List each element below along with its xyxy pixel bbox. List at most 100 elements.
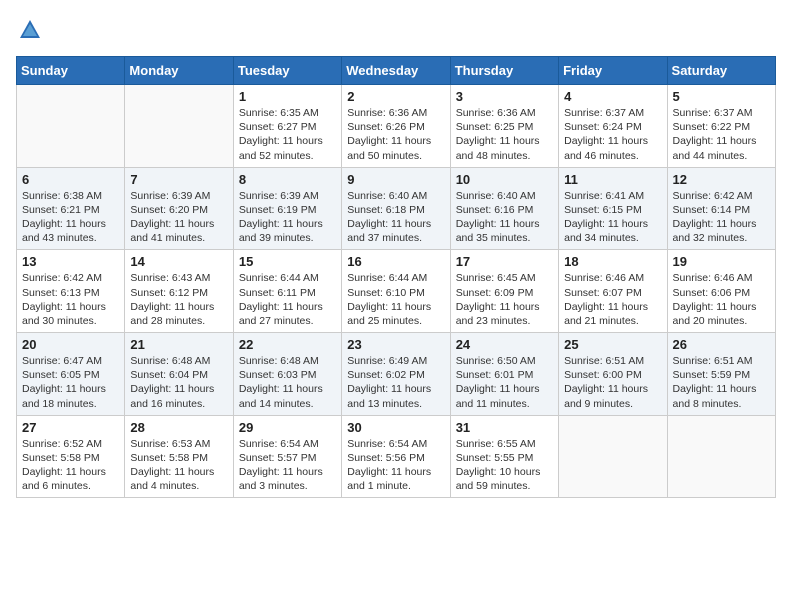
- day-number: 21: [130, 337, 227, 352]
- day-info: Sunrise: 6:48 AM Sunset: 6:03 PM Dayligh…: [239, 354, 336, 411]
- day-info: Sunrise: 6:38 AM Sunset: 6:21 PM Dayligh…: [22, 189, 119, 246]
- day-info: Sunrise: 6:45 AM Sunset: 6:09 PM Dayligh…: [456, 271, 553, 328]
- calendar-cell: 10 Sunrise: 6:40 AM Sunset: 6:16 PM Dayli…: [450, 167, 558, 250]
- day-info: Sunrise: 6:48 AM Sunset: 6:04 PM Dayligh…: [130, 354, 227, 411]
- day-info: Sunrise: 6:42 AM Sunset: 6:13 PM Dayligh…: [22, 271, 119, 328]
- calendar-cell: 14 Sunrise: 6:43 AM Sunset: 6:12 PM Dayli…: [125, 250, 233, 333]
- weekday-header-row: SundayMondayTuesdayWednesdayThursdayFrid…: [17, 57, 776, 85]
- day-number: 17: [456, 254, 553, 269]
- calendar-cell: 22 Sunrise: 6:48 AM Sunset: 6:03 PM Dayli…: [233, 333, 341, 416]
- calendar-cell: 1 Sunrise: 6:35 AM Sunset: 6:27 PM Daylig…: [233, 85, 341, 168]
- calendar-cell: 9 Sunrise: 6:40 AM Sunset: 6:18 PM Daylig…: [342, 167, 450, 250]
- logo: [16, 16, 48, 44]
- day-number: 25: [564, 337, 661, 352]
- day-number: 18: [564, 254, 661, 269]
- calendar-week-row: 6Sunrise: 6:38 AM Sunset: 6:21 PM Daylig…: [17, 167, 776, 250]
- day-number: 31: [456, 420, 553, 435]
- calendar-cell: 4 Sunrise: 6:37 AM Sunset: 6:24 PM Daylig…: [559, 85, 667, 168]
- day-info: Sunrise: 6:37 AM Sunset: 6:22 PM Dayligh…: [673, 106, 770, 163]
- calendar-cell: 3 Sunrise: 6:36 AM Sunset: 6:25 PM Daylig…: [450, 85, 558, 168]
- day-number: 1: [239, 89, 336, 104]
- day-info: Sunrise: 6:47 AM Sunset: 6:05 PM Dayligh…: [22, 354, 119, 411]
- day-info: Sunrise: 6:39 AM Sunset: 6:20 PM Dayligh…: [130, 189, 227, 246]
- day-number: 28: [130, 420, 227, 435]
- calendar-cell: 29 Sunrise: 6:54 AM Sunset: 5:57 PM Dayli…: [233, 415, 341, 498]
- calendar-cell: 17 Sunrise: 6:45 AM Sunset: 6:09 PM Dayli…: [450, 250, 558, 333]
- day-info: Sunrise: 6:54 AM Sunset: 5:56 PM Dayligh…: [347, 437, 444, 494]
- day-info: Sunrise: 6:55 AM Sunset: 5:55 PM Dayligh…: [456, 437, 553, 494]
- day-info: Sunrise: 6:50 AM Sunset: 6:01 PM Dayligh…: [456, 354, 553, 411]
- day-number: 5: [673, 89, 770, 104]
- weekday-header-thursday: Thursday: [450, 57, 558, 85]
- calendar-cell: 21 Sunrise: 6:48 AM Sunset: 6:04 PM Dayli…: [125, 333, 233, 416]
- weekday-header-tuesday: Tuesday: [233, 57, 341, 85]
- weekday-header-sunday: Sunday: [17, 57, 125, 85]
- calendar-cell: 18 Sunrise: 6:46 AM Sunset: 6:07 PM Dayli…: [559, 250, 667, 333]
- calendar-cell: 31 Sunrise: 6:55 AM Sunset: 5:55 PM Dayli…: [450, 415, 558, 498]
- day-number: 20: [22, 337, 119, 352]
- calendar-cell: 19Sunrise: 6:46 AM Sunset: 6:06 PM Dayli…: [667, 250, 775, 333]
- calendar-cell: 13 Sunrise: 6:42 AM Sunset: 6:13 PM Dayli…: [17, 250, 125, 333]
- calendar-cell: [667, 415, 775, 498]
- calendar-week-row: 20 Sunrise: 6:47 AM Sunset: 6:05 PM Dayli…: [17, 333, 776, 416]
- calendar-cell: 5 Sunrise: 6:37 AM Sunset: 6:22 PM Daylig…: [667, 85, 775, 168]
- day-info: Sunrise: 6:43 AM Sunset: 6:12 PM Dayligh…: [130, 271, 227, 328]
- day-info: Sunrise: 6:41 AM Sunset: 6:15 PM Dayligh…: [564, 189, 661, 246]
- day-number: 22: [239, 337, 336, 352]
- page-header: [16, 16, 776, 44]
- calendar-table: SundayMondayTuesdayWednesdayThursdayFrid…: [16, 56, 776, 498]
- calendar-cell: 25 Sunrise: 6:51 AM Sunset: 6:00 PM Dayli…: [559, 333, 667, 416]
- day-info: Sunrise: 6:49 AM Sunset: 6:02 PM Dayligh…: [347, 354, 444, 411]
- calendar-cell: 30 Sunrise: 6:54 AM Sunset: 5:56 PM Dayli…: [342, 415, 450, 498]
- day-number: 23: [347, 337, 444, 352]
- day-number: 19: [673, 254, 770, 269]
- calendar-cell: 7 Sunrise: 6:39 AM Sunset: 6:20 PM Daylig…: [125, 167, 233, 250]
- weekday-header-monday: Monday: [125, 57, 233, 85]
- day-info: Sunrise: 6:54 AM Sunset: 5:57 PM Dayligh…: [239, 437, 336, 494]
- day-number: 29: [239, 420, 336, 435]
- calendar-cell: 8 Sunrise: 6:39 AM Sunset: 6:19 PM Daylig…: [233, 167, 341, 250]
- day-info: Sunrise: 6:35 AM Sunset: 6:27 PM Dayligh…: [239, 106, 336, 163]
- calendar-cell: 11 Sunrise: 6:41 AM Sunset: 6:15 PM Dayli…: [559, 167, 667, 250]
- calendar-cell: 24 Sunrise: 6:50 AM Sunset: 6:01 PM Dayli…: [450, 333, 558, 416]
- day-number: 27: [22, 420, 119, 435]
- weekday-header-wednesday: Wednesday: [342, 57, 450, 85]
- day-info: Sunrise: 6:44 AM Sunset: 6:10 PM Dayligh…: [347, 271, 444, 328]
- day-number: 8: [239, 172, 336, 187]
- day-number: 15: [239, 254, 336, 269]
- day-info: Sunrise: 6:40 AM Sunset: 6:16 PM Dayligh…: [456, 189, 553, 246]
- calendar-cell: 2 Sunrise: 6:36 AM Sunset: 6:26 PM Daylig…: [342, 85, 450, 168]
- day-info: Sunrise: 6:46 AM Sunset: 6:07 PM Dayligh…: [564, 271, 661, 328]
- day-info: Sunrise: 6:44 AM Sunset: 6:11 PM Dayligh…: [239, 271, 336, 328]
- calendar-cell: [125, 85, 233, 168]
- day-number: 4: [564, 89, 661, 104]
- calendar-cell: 28Sunrise: 6:53 AM Sunset: 5:58 PM Dayli…: [125, 415, 233, 498]
- weekday-header-saturday: Saturday: [667, 57, 775, 85]
- day-number: 26: [673, 337, 770, 352]
- day-number: 3: [456, 89, 553, 104]
- calendar-cell: 15 Sunrise: 6:44 AM Sunset: 6:11 PM Dayli…: [233, 250, 341, 333]
- day-info: Sunrise: 6:51 AM Sunset: 6:00 PM Dayligh…: [564, 354, 661, 411]
- day-info: Sunrise: 6:39 AM Sunset: 6:19 PM Dayligh…: [239, 189, 336, 246]
- day-number: 12: [673, 172, 770, 187]
- day-number: 10: [456, 172, 553, 187]
- calendar-cell: 27Sunrise: 6:52 AM Sunset: 5:58 PM Dayli…: [17, 415, 125, 498]
- day-number: 9: [347, 172, 444, 187]
- day-info: Sunrise: 6:37 AM Sunset: 6:24 PM Dayligh…: [564, 106, 661, 163]
- day-number: 2: [347, 89, 444, 104]
- calendar-week-row: 27Sunrise: 6:52 AM Sunset: 5:58 PM Dayli…: [17, 415, 776, 498]
- calendar-cell: [559, 415, 667, 498]
- day-info: Sunrise: 6:40 AM Sunset: 6:18 PM Dayligh…: [347, 189, 444, 246]
- day-info: Sunrise: 6:36 AM Sunset: 6:26 PM Dayligh…: [347, 106, 444, 163]
- day-number: 11: [564, 172, 661, 187]
- day-number: 30: [347, 420, 444, 435]
- calendar-week-row: 1 Sunrise: 6:35 AM Sunset: 6:27 PM Daylig…: [17, 85, 776, 168]
- calendar-cell: 26Sunrise: 6:51 AM Sunset: 5:59 PM Dayli…: [667, 333, 775, 416]
- day-number: 14: [130, 254, 227, 269]
- day-number: 24: [456, 337, 553, 352]
- day-info: Sunrise: 6:36 AM Sunset: 6:25 PM Dayligh…: [456, 106, 553, 163]
- calendar-cell: 23 Sunrise: 6:49 AM Sunset: 6:02 PM Dayli…: [342, 333, 450, 416]
- day-info: Sunrise: 6:42 AM Sunset: 6:14 PM Dayligh…: [673, 189, 770, 246]
- day-number: 13: [22, 254, 119, 269]
- day-number: 7: [130, 172, 227, 187]
